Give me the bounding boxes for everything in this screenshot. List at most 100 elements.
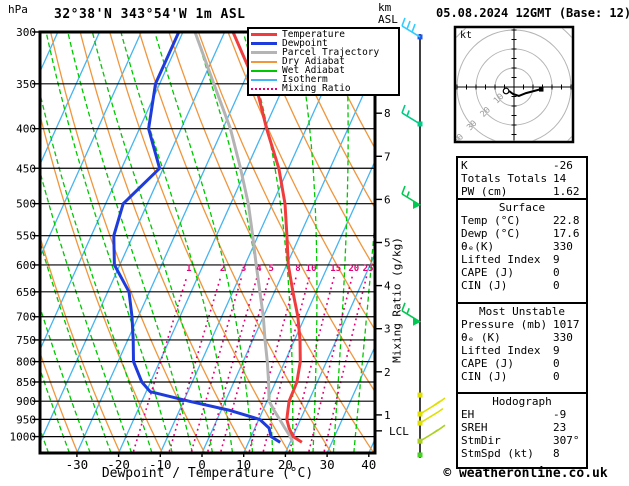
wind-barb xyxy=(419,407,444,424)
stat-value: 9 xyxy=(553,253,560,266)
skewt-page: 1 2 3 4 5 8 10 15 20 25 300 350 400 450 500 550 600 650 70… xyxy=(0,0,629,486)
hodograph-unit-label: kt xyxy=(460,30,473,41)
stat-row-cape: CAPE (J) 0 xyxy=(458,357,586,370)
stat-row-cape: CAPE (J) 0 xyxy=(458,266,586,279)
stat-row-pw: PW (cm) 1.62 xyxy=(458,185,586,198)
stat-row-theta-e: θₑ (K) 330 xyxy=(458,331,586,344)
svg-text:4: 4 xyxy=(256,264,262,274)
stat-label: Temp (°C) xyxy=(461,214,521,227)
svg-text:2: 2 xyxy=(384,366,391,379)
svg-text:7: 7 xyxy=(384,150,391,163)
svg-text:15: 15 xyxy=(330,264,341,274)
stat-row-cin: CIN (J) 0 xyxy=(458,279,586,292)
stat-row-temp: Temp (°C) 22.8 xyxy=(458,214,586,227)
stat-value: 23 xyxy=(553,421,567,434)
altitude-ticks: 12345678 xyxy=(375,107,391,432)
svg-text:5: 5 xyxy=(268,264,273,274)
wind-barb xyxy=(401,17,421,38)
most-unstable-panel-header: Most Unstable xyxy=(478,305,566,318)
stat-row-stmspd: StmSpd (kt) 8 xyxy=(458,447,586,460)
legend: Temperature Dewpoint Parcel Trajectory Dry … xyxy=(247,27,400,96)
stat-label: SREH xyxy=(461,421,488,434)
stat-value: 330 xyxy=(553,240,573,253)
svg-text:500: 500 xyxy=(16,198,36,211)
svg-text:1: 1 xyxy=(384,409,391,422)
stat-row-eh: EH -9 xyxy=(458,408,586,421)
svg-text:350: 350 xyxy=(16,78,36,91)
svg-text:1: 1 xyxy=(186,264,191,274)
stat-row-pressure: Pressure (mb) 1017 xyxy=(458,318,586,331)
stat-label: CIN (J) xyxy=(461,370,508,383)
stat-value: 22.8 xyxy=(553,214,580,227)
stat-value: 8 xyxy=(553,447,560,460)
stat-label: CAPE (J) xyxy=(461,266,514,279)
hodograph-end-marker xyxy=(538,87,544,92)
pressure-tick-labels: 300 350 400 450 500 550 600 650 700 750 800 850 900 9… xyxy=(10,26,40,444)
stat-value: 14 xyxy=(553,172,567,185)
copyright-notice: © weatheronline.co.uk xyxy=(443,466,608,481)
dewpoint-line-sample xyxy=(251,42,277,45)
stat-value: 307° xyxy=(553,434,580,447)
stat-row-theta-e: θₑ(K) 330 xyxy=(458,240,586,253)
svg-text:900: 900 xyxy=(16,395,36,408)
svg-text:400: 400 xyxy=(16,123,36,136)
svg-text:6: 6 xyxy=(384,193,391,206)
wind-barbs xyxy=(401,17,446,458)
svg-text:800: 800 xyxy=(16,356,36,369)
parcel-trajectory-line-sample xyxy=(251,51,277,54)
stat-value: 330 xyxy=(553,331,573,344)
svg-text:8: 8 xyxy=(384,107,391,120)
stat-value: 0 xyxy=(553,357,560,370)
svg-text:2: 2 xyxy=(220,264,225,274)
pressure-unit-label: hPa xyxy=(8,3,28,16)
stat-row-cin: CIN (J) 0 xyxy=(458,370,586,383)
stat-row-k-index: K -26 xyxy=(458,159,586,172)
stat-label: Dewp (°C) xyxy=(461,227,521,240)
svg-text:550: 550 xyxy=(16,230,36,243)
hodograph-stats-panel: Hodograph EH -9 SREH 23 StmDir 307° StmSpd (kt… xyxy=(456,392,588,469)
wind-barb xyxy=(419,397,446,415)
hodograph-panel-header: Hodograph xyxy=(492,395,552,408)
stat-label: Pressure (mb) xyxy=(461,318,548,331)
stat-row-sreh: SREH 23 xyxy=(458,421,586,434)
stat-row-dewp: Dewp (°C) 17.6 xyxy=(458,227,586,240)
stat-label: θₑ (K) xyxy=(461,331,501,344)
svg-text:700: 700 xyxy=(16,311,36,324)
svg-text:8: 8 xyxy=(295,264,300,274)
legend-item-mixing-ratio: Mixing Ratio xyxy=(251,84,396,93)
stat-value: 1017 xyxy=(553,318,580,331)
stat-label: StmDir xyxy=(461,434,501,447)
temperature-axis-label: Dewpoint / Temperature (°C) xyxy=(101,466,314,481)
temperature-line-sample xyxy=(251,33,277,36)
asl-label: ASL xyxy=(378,13,398,26)
svg-text:10: 10 xyxy=(306,264,317,274)
stat-label: Totals Totals xyxy=(461,172,548,185)
stat-row-stmdir: StmDir 307° xyxy=(458,434,586,447)
stat-label: CAPE (J) xyxy=(461,357,514,370)
svg-text:650: 650 xyxy=(16,286,36,299)
wind-barb xyxy=(401,104,421,125)
isotherm-line-sample xyxy=(251,78,277,81)
stat-value: 0 xyxy=(553,266,560,279)
stat-label: Lifted Index xyxy=(461,344,541,357)
altitude-axis-label: km ASL xyxy=(378,2,398,26)
wind-barb xyxy=(419,424,446,442)
datetime-label: 05.08.2024 12GMT (Base: 12) xyxy=(436,6,629,20)
svg-text:300: 300 xyxy=(16,26,36,39)
stat-label: StmSpd (kt) xyxy=(461,447,534,460)
lcl-label: LCL xyxy=(389,425,409,438)
stat-value: 1.62 xyxy=(553,185,580,198)
mixing-ratio-line-sample xyxy=(251,87,277,90)
svg-text:450: 450 xyxy=(16,162,36,175)
wind-barb xyxy=(401,302,421,326)
stat-row-lifted-index: Lifted Index 9 xyxy=(458,344,586,357)
svg-text:20: 20 xyxy=(348,264,359,274)
stat-label: EH xyxy=(461,408,475,421)
stat-label: PW (cm) xyxy=(461,185,508,198)
stat-label: θₑ(K) xyxy=(461,240,495,253)
stat-label: CIN (J) xyxy=(461,279,508,292)
stat-value: 0 xyxy=(553,370,560,383)
dry-adiabat-line-sample xyxy=(251,60,277,63)
svg-text:850: 850 xyxy=(16,376,36,389)
svg-text:3: 3 xyxy=(241,264,246,274)
